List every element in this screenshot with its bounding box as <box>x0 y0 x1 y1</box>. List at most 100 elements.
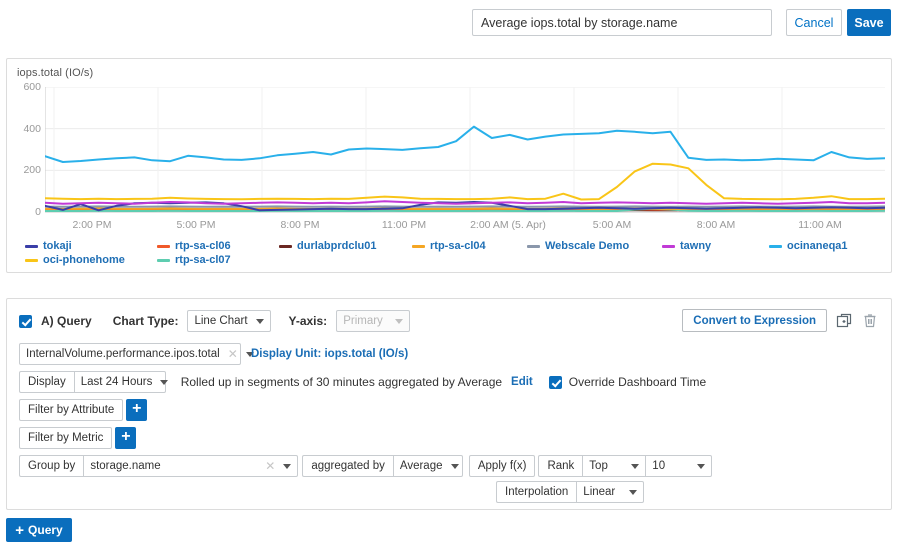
metric-value: InternalVolume.performance.ipos.total <box>26 348 220 360</box>
chevron-down-icon <box>256 319 264 324</box>
rank-direction-select[interactable]: Top <box>582 455 646 477</box>
interpolation-value: Linear <box>583 486 615 498</box>
legend-label: rtp-sa-cl06 <box>175 240 231 252</box>
display-label: Display <box>19 371 74 393</box>
y-axis-select[interactable]: Primary <box>336 310 410 332</box>
convert-to-expression-button[interactable]: Convert to Expression <box>682 309 827 332</box>
x-axis-tick: 2:00 PM <box>72 219 111 231</box>
x-axis-tick: 2:00 AM (5. Apr) <box>470 219 546 231</box>
y-axis-label: Y-axis: <box>288 314 327 328</box>
y-axis: 0200400600 <box>7 87 41 212</box>
y-axis-tick: 400 <box>11 123 41 135</box>
query-panel: A) Query Chart Type: Line Chart Y-axis: … <box>6 298 892 510</box>
chart-legend: tokaji rtp-sa-cl06 durlabprdclu01 rtp-sa-cl… <box>17 240 887 270</box>
query-actions: Convert to Expression <box>682 309 879 332</box>
legend-item[interactable]: ocinaneqa1 <box>769 240 848 252</box>
top-toolbar: Cancel Save <box>0 0 898 46</box>
interpolation-row: Interpolation Linear <box>496 481 644 503</box>
plus-icon: + <box>15 522 24 539</box>
legend-label: tokaji <box>43 240 72 252</box>
legend-color-swatch <box>412 245 425 248</box>
legend-item[interactable]: durlabprdclu01 <box>279 240 376 252</box>
query-header-row: A) Query Chart Type: Line Chart Y-axis: … <box>19 310 410 332</box>
rank-count-select[interactable]: 10 <box>646 455 712 477</box>
chart-series-line <box>45 127 885 162</box>
legend-color-swatch <box>157 259 170 262</box>
legend-color-swatch <box>662 245 675 248</box>
chevron-down-icon <box>697 464 705 469</box>
x-axis-tick: 8:00 PM <box>280 219 319 231</box>
query-name-label: A) Query <box>41 314 92 328</box>
x-axis-tick: 5:00 PM <box>176 219 215 231</box>
duplicate-icon[interactable] <box>835 312 853 330</box>
clear-icon[interactable]: ✕ <box>265 459 275 473</box>
edit-rollup-link[interactable]: Edit <box>511 376 533 388</box>
query-enabled-checkbox[interactable] <box>19 315 32 328</box>
y-axis-value: Primary <box>343 315 383 327</box>
apply-fx-button[interactable]: Apply f(x) <box>469 455 536 477</box>
rank-direction-value: Top <box>589 460 608 472</box>
chevron-down-icon <box>629 490 637 495</box>
legend-label: rtp-sa-cl04 <box>430 240 486 252</box>
legend-item[interactable]: rtp-sa-cl06 <box>157 240 231 252</box>
widget-title-input[interactable] <box>472 9 772 36</box>
legend-item[interactable]: rtp-sa-cl07 <box>157 254 231 266</box>
metric-select[interactable]: InternalVolume.performance.ipos.total ✕ <box>19 343 241 365</box>
chart-type-select[interactable]: Line Chart <box>187 310 271 332</box>
legend-item[interactable]: oci-phonehome <box>25 254 125 266</box>
legend-item[interactable]: tawny <box>662 240 711 252</box>
metric-row: InternalVolume.performance.ipos.total ✕ … <box>19 343 408 365</box>
cancel-button[interactable]: Cancel <box>786 9 842 36</box>
legend-label: ocinaneqa1 <box>787 240 848 252</box>
add-attribute-filter-button[interactable]: + <box>126 399 147 421</box>
clear-icon[interactable]: ✕ <box>228 347 238 361</box>
chart-series-line <box>45 164 885 200</box>
rank-count-value: 10 <box>652 460 665 472</box>
x-axis-tick: 5:00 AM <box>593 219 632 231</box>
rank-label: Rank <box>538 455 582 477</box>
group-by-select[interactable]: storage.name ✕ <box>83 455 298 477</box>
chart-metric-label: iops.total (IO/s) <box>17 67 93 79</box>
chart-svg <box>45 87 885 214</box>
x-axis-tick: 11:00 AM <box>798 219 842 231</box>
interpolation-label: Interpolation <box>496 481 576 503</box>
legend-label: oci-phonehome <box>43 254 125 266</box>
add-query-button[interactable]: + Query <box>6 518 72 542</box>
y-axis-tick: 200 <box>11 164 41 176</box>
y-axis-tick: 0 <box>11 206 41 218</box>
legend-color-swatch <box>527 245 540 248</box>
legend-label: tawny <box>680 240 711 252</box>
x-axis-tick: 8:00 AM <box>697 219 736 231</box>
x-axis: 2:00 PM 5:00 PM 8:00 PM 11:00 PM 2:00 AM (5.… <box>45 219 885 233</box>
filter-metric-row: Filter by Metric + <box>19 427 136 449</box>
chart-type-label: Chart Type: <box>113 314 179 328</box>
chevron-down-icon <box>631 464 639 469</box>
override-dashboard-time-checkbox[interactable] <box>549 376 562 389</box>
aggregated-by-select[interactable]: Average <box>393 455 463 477</box>
group-by-label: Group by <box>19 455 83 477</box>
aggregated-by-label: aggregated by <box>302 455 393 477</box>
chevron-down-icon <box>160 380 168 385</box>
legend-label: rtp-sa-cl07 <box>175 254 231 266</box>
time-range-select[interactable]: Last 24 Hours <box>74 371 166 393</box>
chart-plot-area[interactable] <box>45 87 885 212</box>
x-axis-tick: 11:00 PM <box>382 219 426 231</box>
legend-item[interactable]: tokaji <box>25 240 72 252</box>
add-metric-filter-button[interactable]: + <box>115 427 136 449</box>
legend-label: Webscale Demo <box>545 240 629 252</box>
rollup-text: Rolled up in segments of 30 minutes aggr… <box>181 375 502 389</box>
aggregated-by-value: Average <box>400 460 443 472</box>
delete-icon[interactable] <box>861 312 879 330</box>
y-axis-tick: 600 <box>11 81 41 93</box>
legend-color-swatch <box>279 245 292 248</box>
group-by-value: storage.name <box>90 460 160 472</box>
time-range-value: Last 24 Hours <box>81 376 153 388</box>
legend-label: durlabprdclu01 <box>297 240 376 252</box>
group-by-row: Group by storage.name ✕ aggregated by Av… <box>19 455 712 477</box>
add-query-label: Query <box>28 523 63 537</box>
legend-item[interactable]: Webscale Demo <box>527 240 629 252</box>
interpolation-select[interactable]: Linear <box>576 481 644 503</box>
save-button[interactable]: Save <box>847 9 891 36</box>
legend-color-swatch <box>25 245 38 248</box>
legend-item[interactable]: rtp-sa-cl04 <box>412 240 486 252</box>
